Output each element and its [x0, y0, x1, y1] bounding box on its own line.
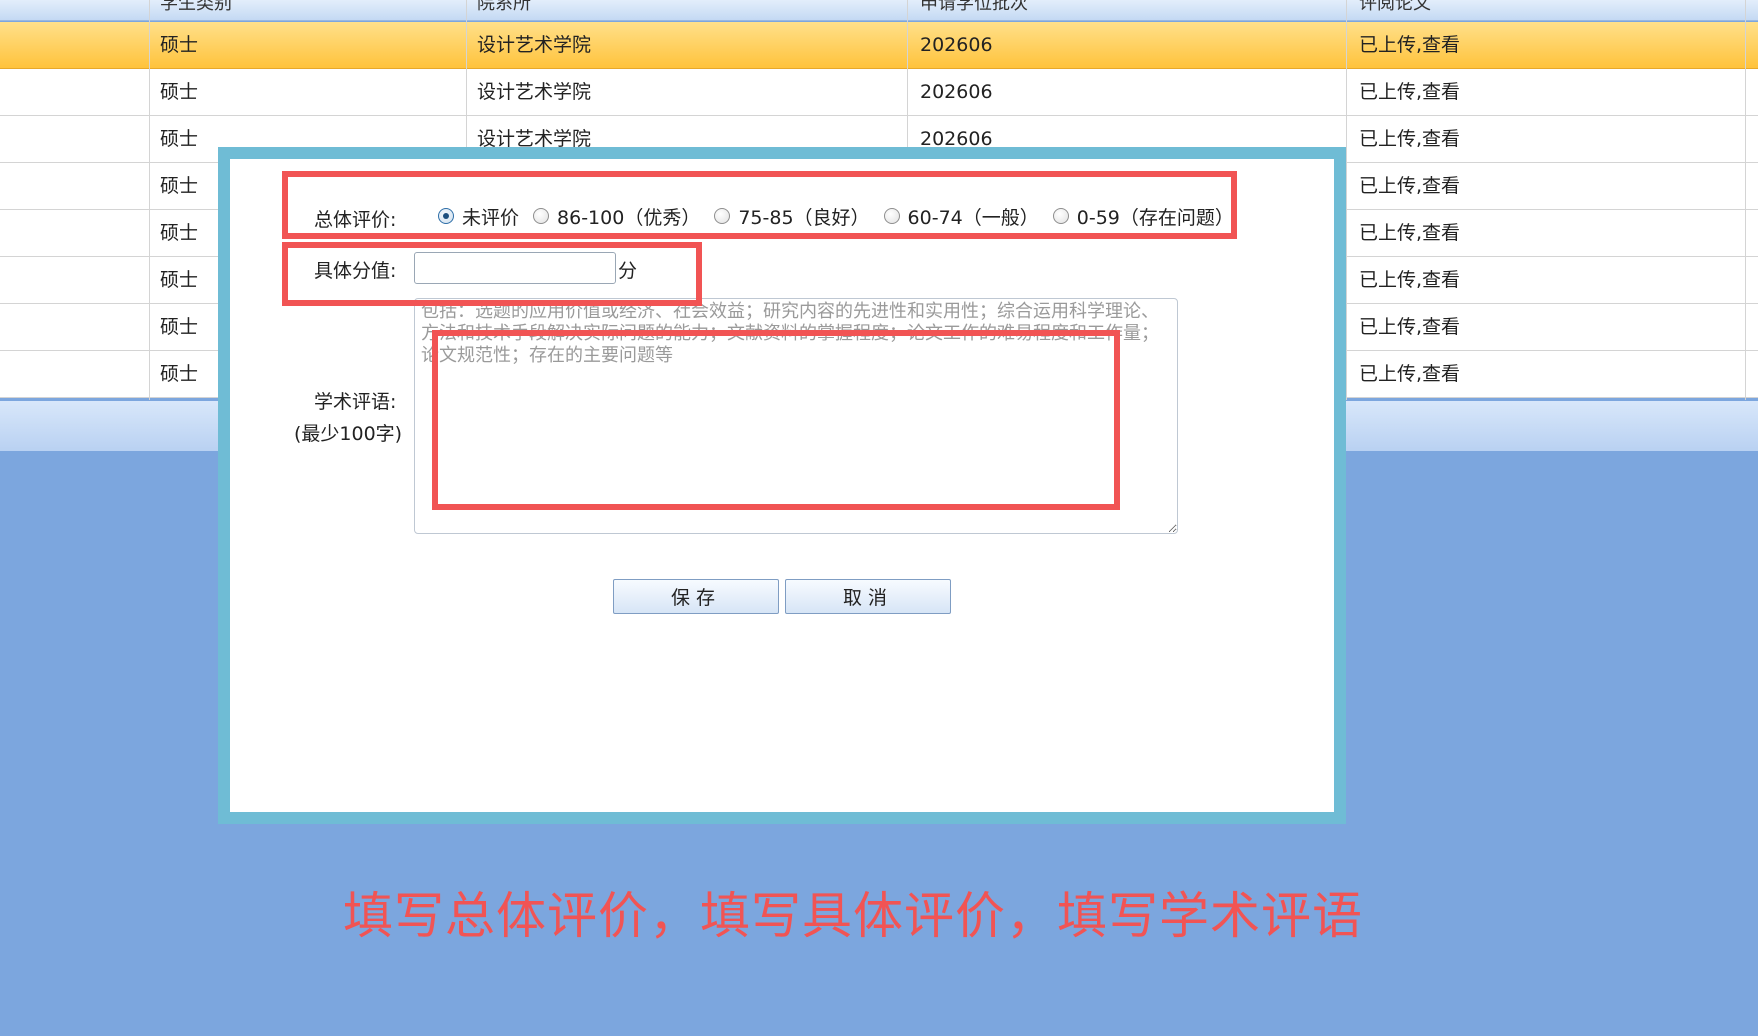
column-divider [149, 0, 150, 400]
view-thesis-link[interactable]: 查看 [1422, 128, 1460, 150]
overall-evaluation-label: 总体评价: [314, 209, 397, 231]
view-thesis-link[interactable]: 查看 [1422, 316, 1460, 338]
upload-status: 已上传, [1359, 175, 1423, 197]
view-thesis-link[interactable]: 查看 [1422, 269, 1460, 291]
radio-button[interactable] [438, 208, 454, 224]
radio-label: 60-74（一般） [907, 206, 1039, 229]
academic-comment-textarea[interactable] [414, 298, 1178, 534]
radio-label: 0-59（存在问题） [1076, 206, 1234, 229]
cell-type: 硕士 [160, 128, 199, 150]
evaluation-dialog: 总体评价: 未评价 86-100（优秀） 75-85（良好） 60-74（一般） 0-5… [230, 159, 1334, 812]
cell-type: 硕士 [160, 269, 199, 291]
cell-review-status: 已上传,查看 [1359, 116, 1460, 162]
table-row[interactable]: 硕士 设计艺术学院 202606 已上传,查看 [0, 69, 1758, 116]
table-row[interactable]: 硕士 设计艺术学院 202606 已上传,查看 [0, 22, 1758, 69]
upload-status: 已上传, [1359, 81, 1423, 103]
annotation-caption: 填写总体评价，填写具体评价，填写学术评语 [343, 887, 1363, 945]
cell-type: 硕士 [160, 34, 199, 56]
cell-type: 硕士 [160, 222, 199, 244]
cell-type: 硕士 [160, 316, 199, 338]
upload-status: 已上传, [1359, 269, 1423, 291]
cell-type: 硕士 [160, 363, 199, 385]
view-thesis-link[interactable]: 查看 [1422, 34, 1460, 56]
radio-label: 未评价 [462, 206, 520, 229]
cell-review-status: 已上传,查看 [1359, 210, 1460, 256]
radio-button[interactable] [533, 208, 550, 224]
upload-status: 已上传, [1359, 34, 1423, 56]
view-thesis-link[interactable]: 查看 [1422, 222, 1460, 244]
comment-min-length-hint: (最少100字) [294, 423, 403, 445]
column-divider [1745, 0, 1746, 400]
comment-label: 学术评语: [314, 391, 397, 413]
overall-evaluation-option[interactable]: 75-85（良好） [714, 203, 870, 230]
cell-review-status: 已上传,查看 [1359, 22, 1460, 68]
upload-status: 已上传, [1359, 222, 1423, 244]
column-header-student-type[interactable]: 学生类别 [160, 0, 232, 19]
cell-review-status: 已上传,查看 [1359, 351, 1460, 397]
upload-status: 已上传, [1359, 128, 1423, 150]
cell-review-status: 已上传,查看 [1359, 257, 1460, 303]
overall-evaluation-radio-group: 未评价 86-100（优秀） 75-85（良好） 60-74（一般） 0-59（存在问题… [438, 201, 1248, 231]
cell-batch: 202606 [920, 81, 993, 103]
upload-status: 已上传, [1359, 363, 1423, 385]
radio-label: 86-100（优秀） [557, 206, 701, 229]
cancel-button[interactable]: 取消 [785, 579, 951, 614]
score-input[interactable] [414, 252, 616, 284]
overall-evaluation-option[interactable]: 86-100（优秀） [533, 203, 700, 230]
cell-dept: 设计艺术学院 [477, 34, 592, 56]
view-thesis-link[interactable]: 查看 [1422, 175, 1460, 197]
view-thesis-link[interactable]: 查看 [1422, 363, 1460, 385]
score-unit: 分 [618, 260, 638, 282]
column-header-department[interactable]: 院系所 [477, 0, 531, 19]
radio-button[interactable] [883, 208, 900, 224]
radio-label: 75-85（良好） [738, 206, 870, 229]
save-button[interactable]: 保存 [613, 579, 779, 614]
overall-evaluation-option[interactable]: 未评价 [438, 203, 519, 230]
cell-type: 硕士 [160, 175, 199, 197]
radio-button[interactable] [714, 208, 731, 224]
overall-evaluation-option[interactable]: 0-59（存在问题） [1052, 203, 1234, 230]
evaluation-dialog-frame: 总体评价: 未评价 86-100（优秀） 75-85（良好） 60-74（一般） 0-5… [218, 147, 1346, 824]
cell-review-status: 已上传,查看 [1359, 304, 1460, 350]
column-header-review-thesis[interactable]: 评阅论文 [1359, 0, 1431, 19]
cell-batch: 202606 [920, 34, 993, 56]
table-header: 学生类别 院系所 申请学位批次 评阅论文 [0, 0, 1758, 21]
score-label: 具体分值: [314, 260, 397, 282]
overall-evaluation-option[interactable]: 60-74（一般） [883, 203, 1039, 230]
column-divider [1346, 0, 1347, 400]
upload-status: 已上传, [1359, 316, 1423, 338]
cell-review-status: 已上传,查看 [1359, 69, 1460, 115]
view-thesis-link[interactable]: 查看 [1422, 81, 1460, 103]
cell-dept: 设计艺术学院 [477, 81, 592, 103]
column-header-batch[interactable]: 申请学位批次 [920, 0, 1028, 19]
cell-type: 硕士 [160, 81, 199, 103]
radio-button[interactable] [1052, 208, 1069, 224]
cell-review-status: 已上传,查看 [1359, 163, 1460, 209]
screen: 学生类别 院系所 申请学位批次 评阅论文 硕士 设计艺术学院 202606 已上传,查… [0, 0, 1758, 1036]
